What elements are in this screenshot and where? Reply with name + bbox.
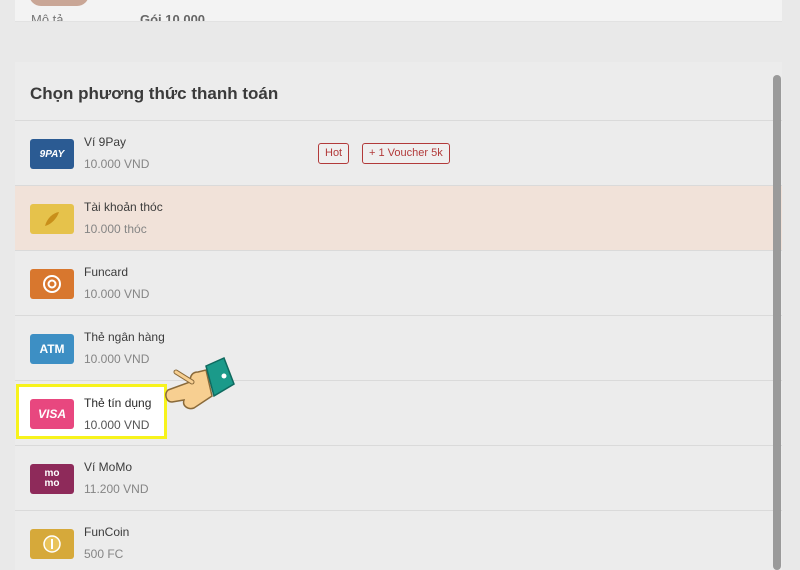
method-price: 10.000 thóc: [84, 222, 147, 236]
visa-icon: VISA: [30, 399, 74, 429]
method-name: Tài khoản thóc: [84, 200, 163, 214]
payment-method-9pay[interactable]: 9PAY Ví 9Pay 10.000 VND Hot + 1 Voucher …: [15, 120, 782, 185]
momo-icon: mo mo: [30, 464, 74, 494]
method-name: Thẻ tín dụng: [84, 396, 152, 410]
method-name: Thẻ ngân hàng: [84, 330, 165, 344]
order-summary-card: Mô tả Gói 10.000: [15, 0, 782, 22]
voucher-badge: + 1 Voucher 5k: [362, 143, 450, 164]
method-price: 10.000 VND: [84, 287, 150, 301]
product-thumbnail: [29, 0, 89, 6]
9pay-icon: 9PAY: [30, 139, 74, 169]
funcoin-icon: [30, 529, 74, 559]
funcard-icon: [30, 269, 74, 299]
method-price: 10.000 VND: [84, 418, 150, 432]
rice-grain-icon: [30, 204, 74, 234]
method-price: 500 FC: [84, 547, 124, 561]
credit-card-option-highlight[interactable]: VISA Thẻ tín dụng 10.000 VND: [16, 384, 167, 439]
pointing-hand-icon: [162, 352, 242, 422]
summary-label: Mô tả: [31, 12, 64, 22]
payment-method-funcard[interactable]: Funcard 10.000 VND: [15, 250, 782, 315]
method-name: Ví MoMo: [84, 460, 133, 474]
payment-method-funcoin[interactable]: FunCoin 500 FC: [15, 510, 782, 570]
hot-badge: Hot: [318, 143, 350, 164]
method-name: Ví 9Pay: [84, 135, 127, 149]
summary-value: Gói 10.000: [140, 12, 206, 22]
section-title: Chọn phương thức thanh toán: [30, 84, 279, 103]
method-name: Funcard: [84, 265, 129, 279]
method-price: 11.200 VND: [84, 482, 149, 496]
method-price: 10.000 VND: [84, 352, 150, 366]
payment-method-rice-account[interactable]: Tài khoản thóc 10.000 thóc: [15, 185, 782, 250]
scrollbar[interactable]: [773, 75, 781, 570]
atm-icon: ATM: [30, 334, 74, 364]
method-price: 10.000 VND: [84, 157, 150, 171]
payment-method-momo[interactable]: mo mo Ví MoMo 11.200 VND: [15, 445, 782, 510]
method-name: FunCoin: [84, 525, 130, 539]
payment-method-bank-card[interactable]: ATM Thẻ ngân hàng 10.000 VND: [15, 315, 782, 380]
